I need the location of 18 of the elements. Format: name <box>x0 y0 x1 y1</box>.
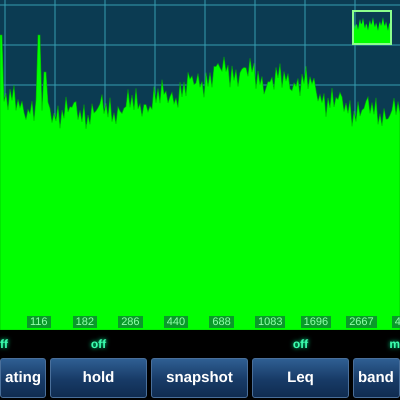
frequency-label: 182 <box>72 316 97 328</box>
control-button[interactable]: hold <box>50 358 147 398</box>
status-text: m <box>389 336 400 353</box>
status-text: ff <box>0 336 8 353</box>
frequency-label: 440 <box>164 316 188 328</box>
control-button[interactable]: snapshot <box>151 358 248 398</box>
control-button[interactable]: band <box>353 358 400 398</box>
frequency-label: 116 <box>27 316 51 328</box>
status-text: off <box>90 336 106 353</box>
control-button[interactable]: ating <box>0 358 46 398</box>
frequency-label: 2667 <box>346 316 377 328</box>
frequency-label: 1696 <box>300 316 332 328</box>
frequency-label: 1083 <box>255 316 286 328</box>
frequency-label: 688 <box>209 316 234 328</box>
frequency-label: 286 <box>118 316 143 328</box>
thumbnail-spectrum[interactable] <box>352 10 392 45</box>
control-button[interactable]: Leq <box>252 358 349 398</box>
status-text: off <box>292 336 308 353</box>
